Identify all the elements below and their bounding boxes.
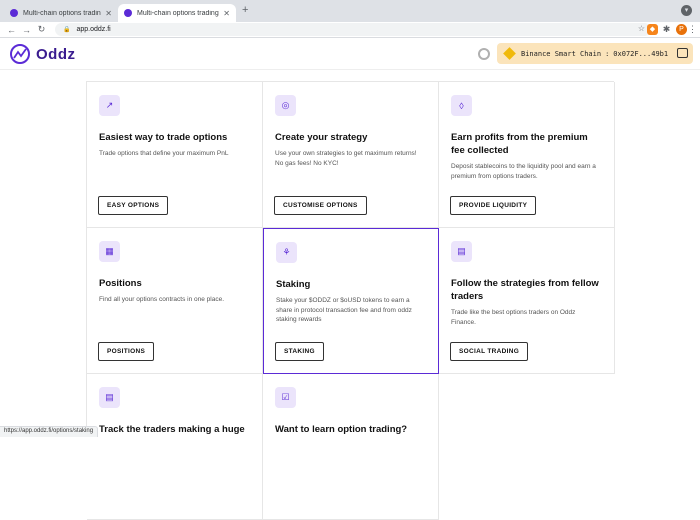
browser-toolbar: ← → ↻ 🔒 app.oddz.fi ☆ ◆ ✱ P ⋮	[0, 22, 700, 38]
card-title: Track the traders making a huge	[99, 423, 250, 436]
metamask-extension-icon[interactable]: ◆	[647, 24, 658, 35]
tab-title: Multi-chain options trading	[137, 10, 219, 17]
reload-icon[interactable]: ↻	[34, 24, 49, 35]
address-bar[interactable]: 🔒 app.oddz.fi ☆	[55, 23, 651, 36]
forward-icon[interactable]: →	[19, 25, 34, 35]
status-bar-url: https://app.oddz.fi/options/staking	[0, 426, 98, 437]
app-header: Oddz Binance Smart Chain : 0x072F...49b1	[0, 38, 700, 70]
lock-icon[interactable]: 🔒	[63, 26, 70, 33]
card-description: Trade like the best options traders on O…	[451, 308, 601, 327]
card-positions: ▦ Positions Find all your options contra…	[87, 228, 263, 374]
target-icon: ◎	[275, 95, 296, 116]
favicon-icon	[10, 9, 18, 17]
positions-button[interactable]: POSITIONS	[98, 342, 154, 361]
card-create-strategy: ◎ Create your strategy Use your own stra…	[263, 82, 439, 228]
customise-options-button[interactable]: CUSTOMISE OPTIONS	[274, 196, 367, 215]
bookmark-star-icon[interactable]: ☆	[638, 24, 645, 33]
favicon-icon	[124, 9, 132, 17]
binance-icon	[503, 47, 516, 60]
new-tab-icon[interactable]: +	[242, 4, 248, 16]
card-title: Want to learn option trading?	[275, 423, 426, 436]
browser-tab-active[interactable]: Multi-chain options trading ✕	[118, 4, 236, 22]
card-easy-options: ↗ Easiest way to trade options Trade opt…	[87, 82, 263, 228]
settings-gear-icon[interactable]	[478, 48, 490, 60]
network-name: Binance Smart Chain	[521, 50, 601, 58]
card-description: Stake your $ODDZ or $oUSD tokens to earn…	[276, 296, 426, 325]
wallet-icon	[677, 48, 688, 58]
social-trading-button[interactable]: SOCIAL TRADING	[450, 342, 528, 361]
card-description: Use your own strategies to get maximum r…	[275, 149, 425, 168]
back-icon[interactable]: ←	[4, 25, 19, 35]
card-description: Deposit stablecoins to the liquidity poo…	[451, 162, 601, 181]
grid-icon: ▦	[99, 241, 120, 262]
browser-tab-bar: Multi-chain options trading ✕ Multi-chai…	[0, 0, 700, 22]
easy-options-button[interactable]: EASY OPTIONS	[98, 196, 168, 215]
more-menu-icon[interactable]: ⋮	[687, 24, 698, 35]
card-title: Earn profits from the premium fee collec…	[451, 131, 602, 157]
card-title: Follow the strategies from fellow trader…	[451, 277, 602, 303]
card-social-trading: ▤ Follow the strategies from fellow trad…	[439, 228, 615, 374]
card-title: Staking	[276, 278, 426, 291]
close-tab-icon[interactable]: ✕	[105, 9, 112, 18]
card-earn-profits: ◊ Earn profits from the premium fee coll…	[439, 82, 615, 228]
card-learn-trading: ☑ Want to learn option trading?	[263, 374, 439, 520]
card-description: Trade options that define your maximum P…	[99, 149, 249, 159]
card-title: Easiest way to trade options	[99, 131, 250, 144]
card-description: Find all your options contracts in one p…	[99, 295, 249, 305]
url-text: app.oddz.fi	[76, 26, 110, 33]
trend-icon: ↗	[99, 95, 120, 116]
layout-icon: ▤	[451, 241, 472, 262]
card-track-traders: ▤ Track the traders making a huge	[87, 374, 263, 520]
extensions-icon[interactable]: ✱	[661, 24, 672, 35]
stake-icon: ⚘	[276, 242, 297, 263]
wallet-address: 0x072F...49b1	[613, 50, 668, 58]
drop-icon: ◊	[451, 95, 472, 116]
card-title: Create your strategy	[275, 131, 426, 144]
card-title: Positions	[99, 277, 250, 290]
feature-grid: ↗ Easiest way to trade options Trade opt…	[86, 81, 614, 437]
tab-title: Multi-chain options trading	[23, 10, 101, 17]
profile-avatar-icon[interactable]: P	[676, 24, 687, 35]
wallet-connection-button[interactable]: Binance Smart Chain : 0x072F...49b1	[497, 43, 693, 64]
layout-icon: ▤	[99, 387, 120, 408]
card-staking: ⚘ Staking Stake your $ODDZ or $oUSD toke…	[263, 228, 439, 374]
oddz-logo[interactable]: Oddz	[10, 44, 76, 64]
brand-name: Oddz	[36, 46, 76, 63]
browser-tab[interactable]: Multi-chain options trading ✕	[4, 4, 118, 22]
oddz-logo-icon	[10, 44, 30, 64]
tab-search-icon[interactable]: ▾	[681, 5, 692, 16]
check-icon: ☑	[275, 387, 296, 408]
network-separator: :	[605, 50, 609, 58]
close-tab-icon[interactable]: ✕	[223, 9, 230, 18]
staking-button[interactable]: STAKING	[275, 342, 324, 361]
provide-liquidity-button[interactable]: PROVIDE LIQUIDITY	[450, 196, 536, 215]
